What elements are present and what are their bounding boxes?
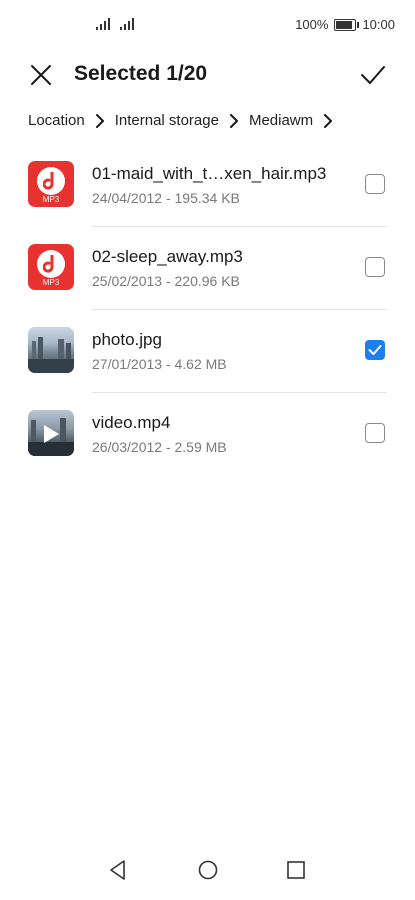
file-list: MP3 01-maid_with_t…xen_hair.mp3 24/04/20… [0,144,415,476]
signal-icon [96,16,110,30]
file-checkbox[interactable] [365,257,385,277]
battery-icon [334,18,360,31]
file-checkbox[interactable] [365,423,385,443]
breadcrumb-internal-storage[interactable]: Internal storage [115,112,219,129]
file-checkbox[interactable] [365,174,385,194]
page-title: Selected 1/20 [74,62,208,85]
file-name: photo.jpg [92,330,162,349]
file-name: 01-maid_with_t…xen_hair.mp3 [92,164,327,183]
file-meta: 26/03/2012 - 2.59 MB [92,439,227,455]
signal-icon [120,16,134,30]
clock: 10:00 [362,17,395,32]
play-icon [44,425,59,443]
home-icon [198,860,218,880]
file-name: 02-sleep_away.mp3 [92,247,243,266]
signal-icons [96,16,134,30]
file-name: video.mp4 [92,413,171,432]
breadcrumb-mediawm[interactable]: Mediawm [249,112,313,129]
recents-button[interactable] [284,858,308,882]
checkmark-icon [368,345,382,355]
file-row[interactable]: photo.jpg 27/01/2013 - 4.62 MB [0,310,415,393]
top-bar: Selected 1/20 [0,50,415,100]
battery-percent: 100% [295,17,329,32]
status-bar: 100% 10:00 [0,0,415,50]
checkmark-icon [361,66,385,84]
chevron-right-icon [229,113,239,129]
file-meta: 24/04/2012 - 195.34 KB [92,190,240,206]
confirm-button[interactable] [359,62,387,88]
breadcrumb-location[interactable]: Location [28,112,85,129]
file-row[interactable]: MP3 02-sleep_away.mp3 25/02/2013 - 220.9… [0,227,415,310]
back-icon [110,860,125,880]
mp3-label: MP3 [42,195,60,204]
music-file-icon: MP3 [28,244,74,290]
file-row[interactable]: video.mp4 26/03/2012 - 2.59 MB [0,393,415,476]
breadcrumb: Location Internal storage Mediawm [28,112,343,129]
close-icon [31,65,51,85]
chevron-right-icon [323,113,333,129]
back-button[interactable] [106,858,130,882]
music-file-icon: MP3 [28,161,74,207]
file-meta: 27/01/2013 - 4.62 MB [92,356,227,372]
chevron-right-icon [95,113,105,129]
file-row[interactable]: MP3 01-maid_with_t…xen_hair.mp3 24/04/20… [0,144,415,227]
file-meta: 25/02/2013 - 220.96 KB [92,273,240,289]
photo-thumbnail [28,327,74,373]
close-button[interactable] [28,62,54,88]
video-thumbnail [28,410,74,456]
home-button[interactable] [196,858,220,882]
recents-icon [287,861,305,879]
file-checkbox[interactable] [365,340,385,360]
navigation-bar [0,844,415,900]
mp3-label: MP3 [42,278,60,287]
